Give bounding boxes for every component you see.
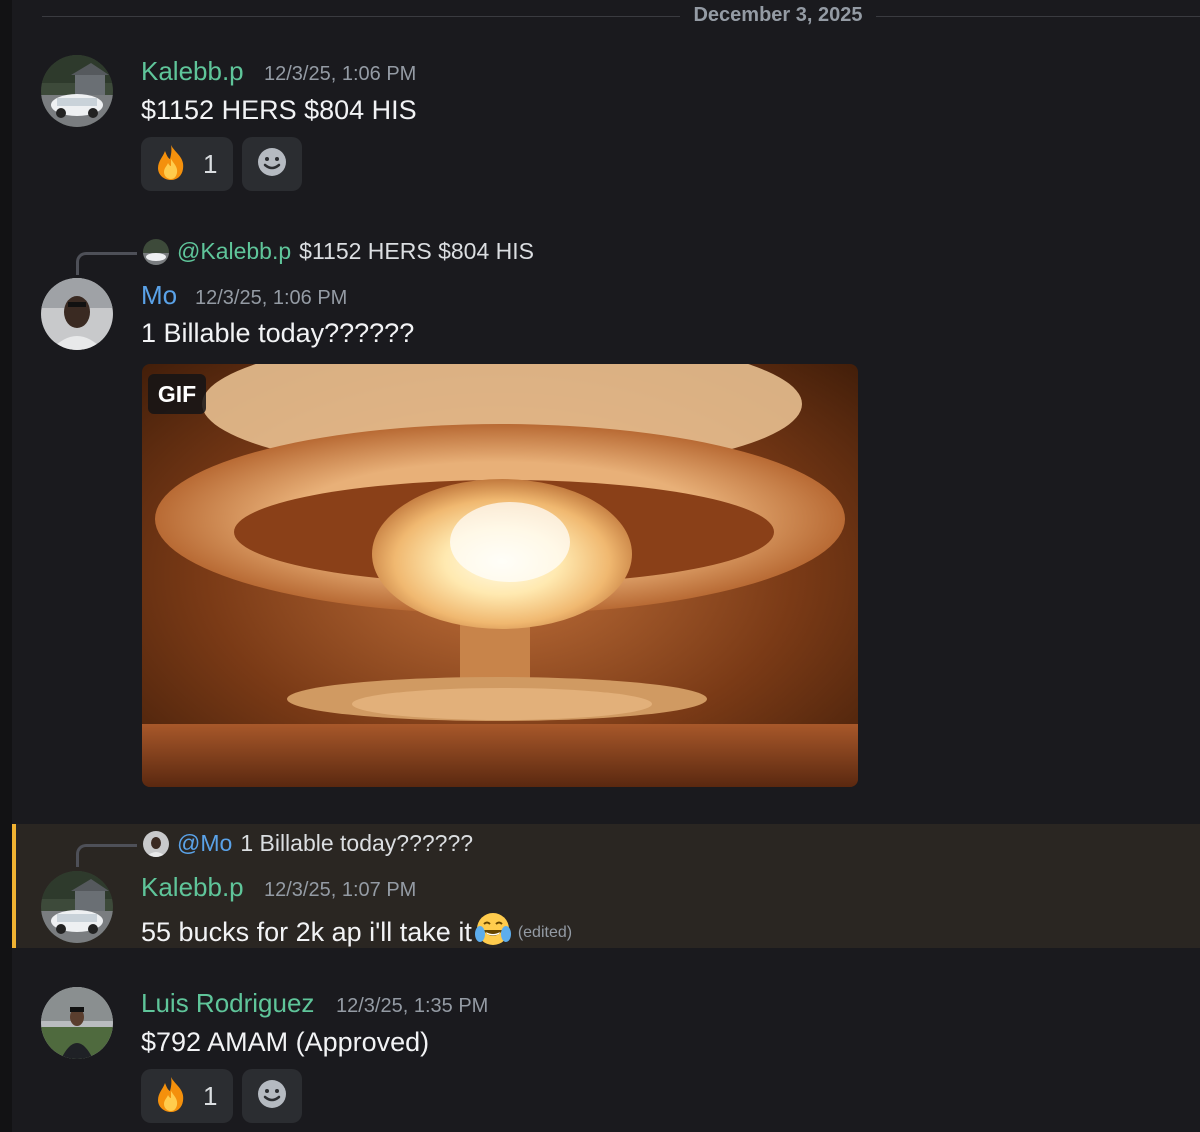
username[interactable]: Luis Rodriguez [141,988,314,1019]
avatar-kalebb[interactable] [41,871,113,943]
reply-text: $1152 HERS $804 HIS [299,238,534,264]
reply-preview[interactable]: @Mo 1 Billable today?????? [143,830,473,857]
reaction-fire[interactable]: 1 [141,137,233,191]
reply-text: 1 Billable today?????? [240,830,474,856]
date-divider-line-left [42,16,680,17]
reply-mention[interactable]: @Kalebb.p [177,238,291,265]
gif-badge: GIF [148,374,206,414]
avatar-mo[interactable] [41,278,113,350]
avatar-luis-rodriguez[interactable] [41,987,113,1059]
message-text: $792 AMAM (Approved) [141,1027,430,1057]
sidebar-edge [0,0,12,1132]
reply-avatar [143,238,169,265]
timestamp[interactable]: 12/3/25, 1:35 PM [336,995,488,1018]
reply-connector [76,252,137,275]
reply-connector [76,844,137,867]
chat-window: December 3, 2025 Kalebb.p 12/3/25, 1:06 … [0,0,1200,1132]
edited-label: (edited) [517,923,573,941]
message-text-row: 55 bucks for 2k ap i'll take it (edited) [141,910,572,955]
timestamp[interactable]: 12/3/25, 1:07 PM [264,879,416,902]
timestamp[interactable]: 12/3/25, 1:06 PM [264,63,416,86]
reaction-count: 1 [203,148,218,179]
reply-mention[interactable]: @Mo [177,830,232,857]
date-divider: December 3, 2025 [693,4,863,26]
smiley-icon [256,1078,288,1115]
username[interactable]: Kalebb.p [141,872,244,903]
avatar-kalebb[interactable] [41,55,113,127]
reply-avatar [143,830,169,857]
tears-of-joy-icon [474,910,512,955]
fire-emoji-icon [153,143,189,186]
message-text: 1 Billable today?????? [141,318,415,348]
timestamp[interactable]: 12/3/25, 1:06 PM [195,287,347,310]
username[interactable]: Kalebb.p [141,56,244,87]
add-reaction-button[interactable] [242,137,302,191]
smiley-icon [256,146,288,183]
fire-emoji-icon [153,1075,189,1118]
message-text: 55 bucks for 2k ap i'll take it [141,917,472,947]
mushroom-cloud-explosion-gif [142,364,858,787]
reply-preview[interactable]: @Kalebb.p $1152 HERS $804 HIS [143,238,534,265]
reaction-fire[interactable]: 1 [141,1069,233,1123]
add-reaction-button[interactable] [242,1069,302,1123]
username[interactable]: Mo [141,280,177,311]
message-text: $1152 HERS $804 HIS [141,95,417,125]
reaction-count: 1 [203,1080,218,1111]
date-divider-line-right [876,16,1200,17]
gif-attachment[interactable] [142,364,858,787]
